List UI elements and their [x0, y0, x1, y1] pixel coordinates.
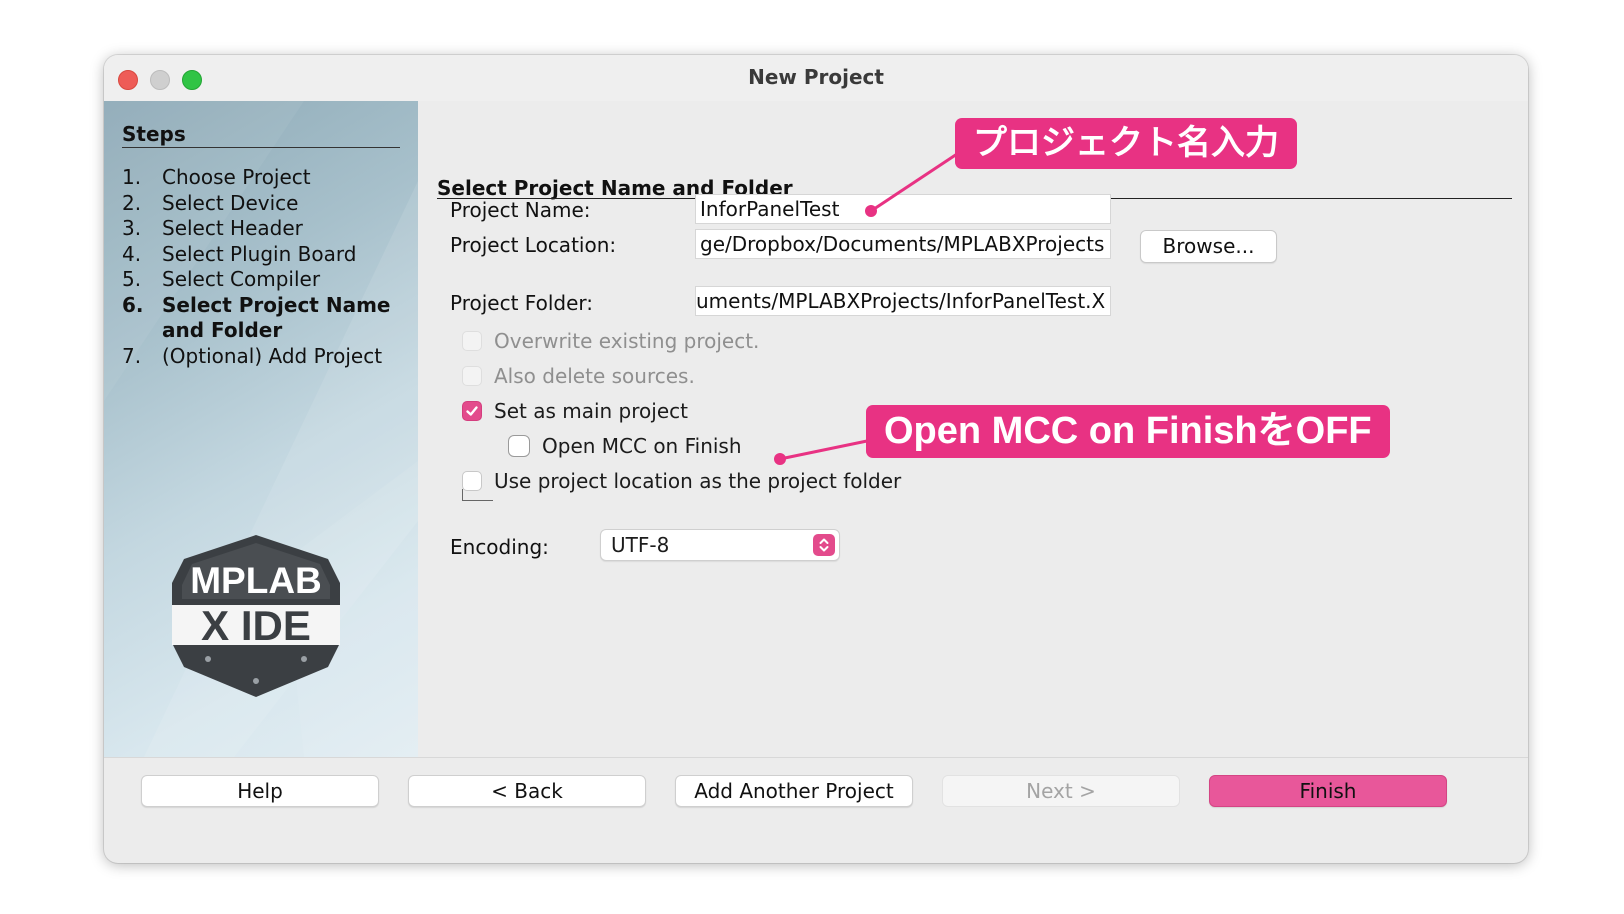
callout-project-name: プロジェクト名入力 [955, 118, 1297, 169]
callout-open-mcc-off: Open MCC on FinishをOFF [866, 405, 1390, 458]
